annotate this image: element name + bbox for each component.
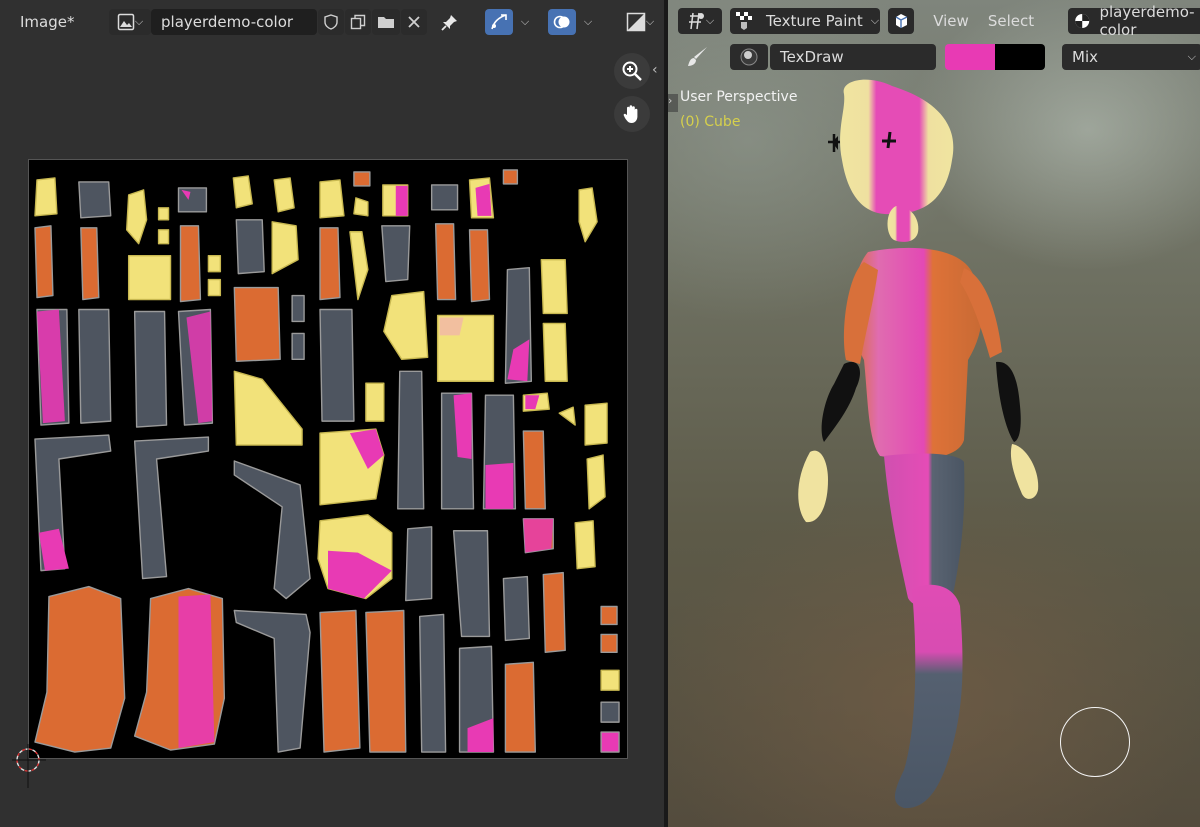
image-icon bbox=[117, 13, 135, 31]
duplicate-icon bbox=[350, 14, 366, 30]
image-editor-header: Image* ⌵ playerdemo-color ⌵ ⌵ ⌵ bbox=[0, 0, 664, 42]
zoom-in-icon bbox=[622, 61, 642, 81]
brush-cursor-circle bbox=[1060, 707, 1130, 777]
2d-cursor-icon[interactable] bbox=[12, 744, 46, 788]
primary-color-swatch[interactable] bbox=[945, 44, 995, 70]
chevron-down-icon: ⌵ bbox=[1187, 50, 1196, 63]
overlays-icon bbox=[553, 15, 570, 29]
secondary-color-swatch[interactable] bbox=[995, 44, 1045, 70]
sidebar-toggle-arrow[interactable]: ‹ bbox=[652, 62, 658, 78]
chevron-down-icon: ⌵ bbox=[520, 15, 530, 28]
menu-view[interactable]: View bbox=[923, 8, 979, 34]
pin-button[interactable] bbox=[436, 9, 464, 35]
display-channels-button[interactable]: ⌵ bbox=[620, 9, 660, 35]
unlink-image-button[interactable] bbox=[401, 9, 427, 35]
blend-mode-select[interactable]: Mix ⌵ bbox=[1062, 44, 1200, 70]
shield-icon bbox=[324, 14, 338, 30]
image-browse-button[interactable]: ⌵ bbox=[109, 9, 151, 35]
hand-icon bbox=[623, 105, 638, 123]
image-editor: Image* ⌵ playerdemo-color ⌵ ⌵ ⌵ ‹ bbox=[0, 0, 664, 827]
close-icon bbox=[408, 16, 420, 28]
viewport-object-label: (0) Cube bbox=[680, 114, 741, 130]
canvas-toggle-button[interactable] bbox=[888, 8, 914, 34]
viewport-header: ⌵ Texture Paint ⌵ View Select playerdemo… bbox=[668, 0, 1200, 42]
viewport-image-name: playerdemo-color bbox=[1099, 3, 1195, 39]
brush-preview-icon bbox=[740, 48, 758, 66]
overlays-toggle-button[interactable] bbox=[548, 9, 576, 35]
duplicate-image-button[interactable] bbox=[345, 9, 371, 35]
tool-settings-bar: TexDraw Mix ⌵ bbox=[668, 42, 1200, 74]
editor-type-icon bbox=[688, 12, 704, 30]
menu-select[interactable]: Select bbox=[982, 8, 1040, 34]
uv-texture-canvas[interactable] bbox=[28, 159, 628, 759]
open-image-button[interactable] bbox=[372, 9, 400, 35]
image-name-text: playerdemo-color bbox=[161, 13, 294, 31]
mode-selector[interactable]: Texture Paint ⌵ bbox=[730, 8, 880, 34]
image-name-field[interactable]: playerdemo-color bbox=[151, 9, 317, 35]
display-channels-icon bbox=[626, 12, 646, 32]
menu-view-label: View bbox=[933, 12, 969, 30]
chevron-down-icon: ⌵ bbox=[583, 15, 593, 28]
chevron-down-icon: ⌵ bbox=[705, 14, 715, 27]
uv-sync-dropdown[interactable]: ⌵ bbox=[514, 9, 536, 35]
image-editor-mode-label[interactable]: Image* bbox=[20, 13, 74, 31]
uv-islands bbox=[34, 169, 620, 753]
chevron-down-icon: ⌵ bbox=[645, 15, 655, 28]
uv-sync-icon bbox=[491, 14, 507, 30]
brush-preview-button[interactable] bbox=[730, 44, 768, 70]
texture-paint-icon bbox=[736, 12, 752, 30]
viewport-image-selector[interactable]: playerdemo-color bbox=[1068, 3, 1200, 39]
chevron-down-icon: ⌵ bbox=[870, 14, 880, 27]
mode-label: Texture Paint bbox=[766, 12, 863, 30]
blend-mode-value: Mix bbox=[1072, 48, 1098, 66]
toolbar-expand-arrow[interactable]: › bbox=[668, 94, 678, 112]
overlays-dropdown[interactable]: ⌵ bbox=[577, 9, 599, 35]
zoom-button[interactable] bbox=[614, 53, 650, 89]
character-model[interactable] bbox=[668, 0, 1200, 827]
brush-icon bbox=[688, 47, 707, 66]
uv-sync-selection-button[interactable] bbox=[485, 9, 513, 35]
chevron-down-icon: ⌵ bbox=[134, 15, 144, 28]
brush-tool-button[interactable] bbox=[682, 44, 714, 70]
pin-icon bbox=[441, 15, 457, 31]
brush-name-field[interactable]: TexDraw bbox=[770, 44, 936, 70]
cube-icon bbox=[895, 14, 908, 28]
viewport-perspective-label: User Perspective bbox=[680, 89, 798, 105]
editor-type-button[interactable]: ⌵ bbox=[678, 8, 722, 34]
fake-user-button[interactable] bbox=[318, 9, 344, 35]
material-sphere-icon bbox=[1075, 14, 1090, 28]
brush-name: TexDraw bbox=[780, 48, 844, 66]
pan-button[interactable] bbox=[614, 96, 650, 132]
menu-select-label: Select bbox=[987, 12, 1035, 30]
3d-viewport[interactable]: ⌵ Texture Paint ⌵ View Select playerdemo… bbox=[668, 0, 1200, 827]
folder-icon bbox=[378, 17, 394, 28]
